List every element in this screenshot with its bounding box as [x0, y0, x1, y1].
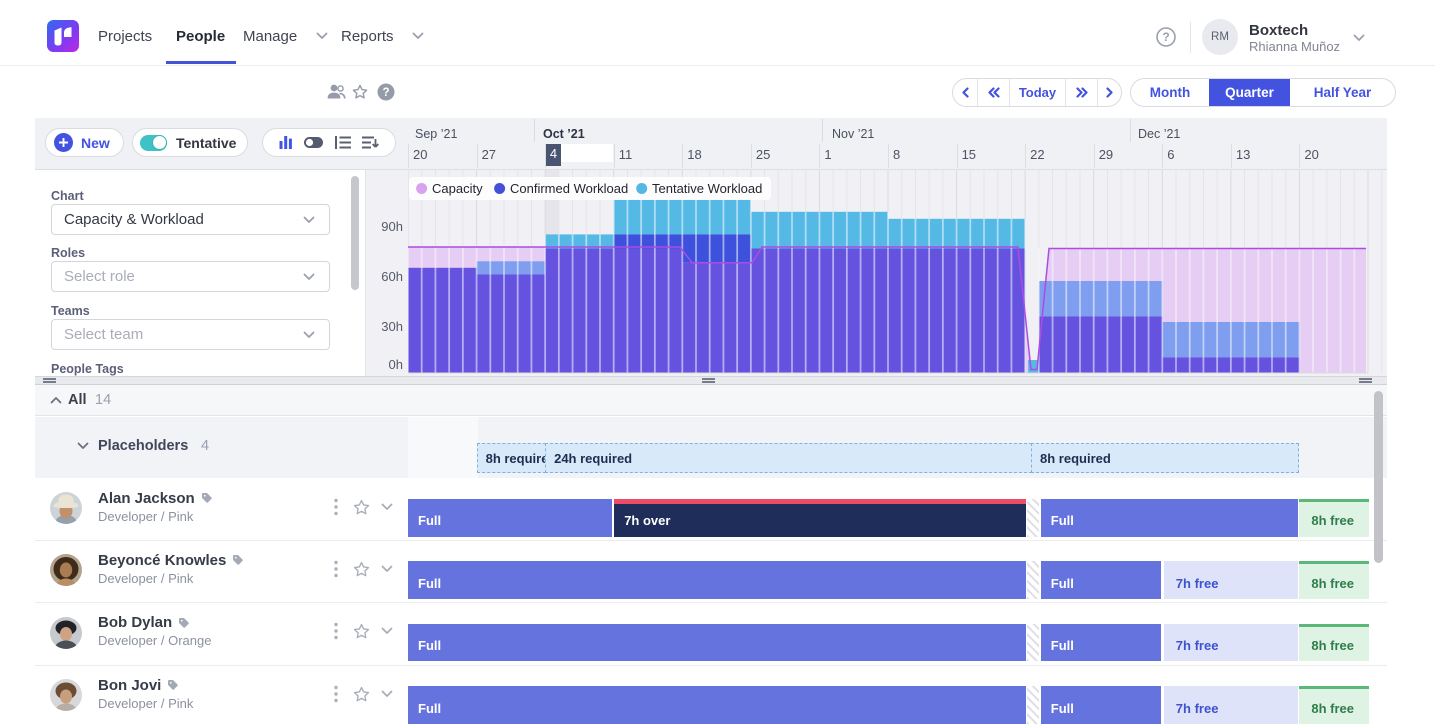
- svg-text:?: ?: [1162, 30, 1169, 44]
- svg-text:Confirmed Workload: Confirmed Workload: [510, 181, 628, 196]
- svg-text:Capacity: Capacity: [432, 181, 483, 196]
- svg-text:?: ?: [382, 87, 389, 99]
- svg-text:Tentative Workload: Tentative Workload: [652, 181, 762, 196]
